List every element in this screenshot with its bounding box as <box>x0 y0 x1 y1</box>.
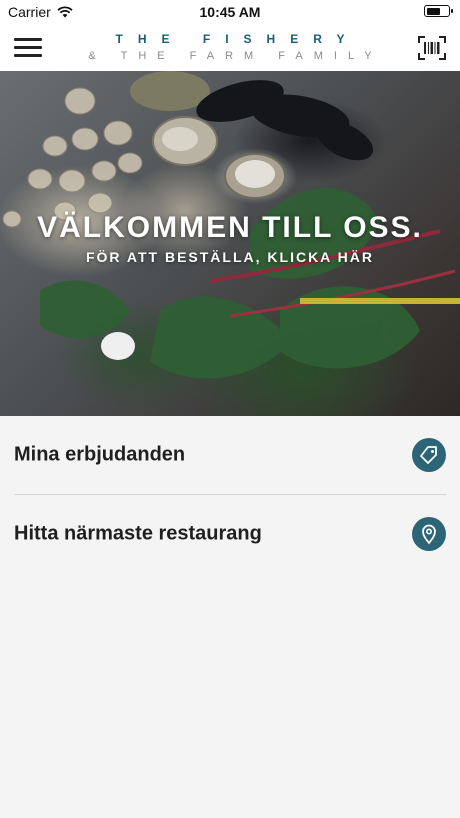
nav-bar: THE FISHERY & THE FARM FAMILY <box>0 24 460 72</box>
status-bar: Carrier 10:45 AM <box>0 0 460 24</box>
brand-line-1: THE FISHERY <box>115 32 360 46</box>
clock: 10:45 AM <box>199 4 261 20</box>
tag-icon <box>412 438 446 472</box>
list-item-my-offers[interactable]: Mina erbjudanden <box>14 416 446 494</box>
battery-icon <box>424 5 453 17</box>
list-item-find-restaurant[interactable]: Hitta närmaste restaurang <box>14 495 446 573</box>
order-banner[interactable]: VÄLKOMMEN TILL OSS. FÖR ATT BESTÄLLA, KL… <box>0 71 460 416</box>
brand-line-2: & THE FARM FAMILY <box>88 50 383 62</box>
menu-list: Mina erbjudanden Hitta närmaste restaura… <box>0 416 460 573</box>
brand-logo: THE FISHERY & THE FARM FAMILY <box>0 32 460 62</box>
welcome-title: VÄLKOMMEN TILL OSS. <box>37 211 423 244</box>
list-item-label: Hitta närmaste restaurang <box>14 522 262 545</box>
order-subtitle: FÖR ATT BESTÄLLA, KLICKA HÄR <box>85 249 374 265</box>
barcode-scan-icon <box>418 36 446 60</box>
location-pin-icon <box>412 517 446 551</box>
battery-level <box>426 7 441 15</box>
battery-cap <box>451 9 453 13</box>
barcode-scan-button[interactable] <box>418 36 446 60</box>
list-item-label: Mina erbjudanden <box>14 443 186 466</box>
